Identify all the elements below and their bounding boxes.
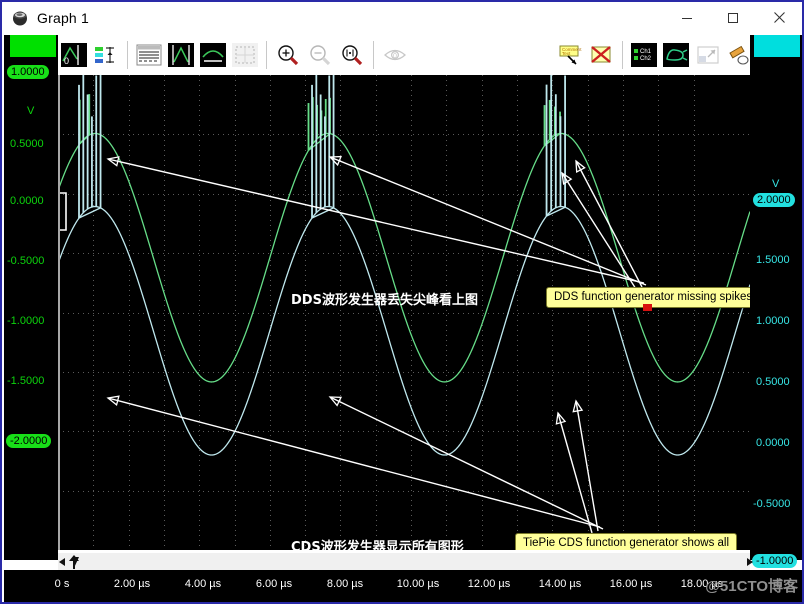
upper-callout-anchor[interactable] [643,304,652,311]
upper-leader-4 [561,172,637,290]
plot-area[interactable]: DDS波形发生器丢失尖峰看上图 CDS波形发生器显示所有图形 DDS funct… [58,75,750,550]
toolbar-eye-visibility-icon: 0 [380,41,410,69]
toolbar-delete-notes-icon[interactable] [586,41,616,69]
upper-leader-1-head [106,156,120,167]
toolbar-divider [127,41,128,69]
time-axis: 0 s 2.00 µs 4.00 µs 6.00 µs 8.00 µs 10.0… [4,570,802,602]
toolbar-zero-level-icon[interactable]: 0 [59,41,89,69]
toolbar-divider [266,41,267,69]
waveform-canvas [58,75,750,550]
toolbar-divider [621,41,623,69]
time-tick-1: 2.00 µs [113,578,151,590]
toolbar-channel-list-icon[interactable]: Ch1 Ch2 [629,41,659,69]
time-tick-3: 6.00 µs [255,578,293,590]
ch2-unit-label: V [772,178,780,190]
time-tick-0: 0 s [54,578,70,590]
time-tick-6: 12.00 µs [467,578,511,590]
ch2-tick-3: 0.0000 [756,437,790,449]
graph-app-icon [11,9,29,27]
ch2-color-indicator[interactable] [754,35,800,57]
close-button[interactable] [756,2,802,33]
scroll-left-icon[interactable] [58,554,68,570]
upper-chinese-annotation: DDS波形发生器丢失尖峰看上图 [291,293,478,308]
ch1-bottom-value[interactable]: -2.0000 [6,434,52,448]
lower-callout-tooltip[interactable]: TiePie CDS function generator shows all [515,533,738,550]
upper-callout-tooltip[interactable]: DDS function generator missing spikes [546,287,750,311]
toolbar: 0 0 Comment Text Ch1 Ch2 [58,35,802,75]
window-controls [664,2,802,33]
minimize-button[interactable] [664,2,710,33]
ch2-bottom-value[interactable]: -1.0000 [752,554,798,568]
time-tick-5: 10.00 µs [396,578,440,590]
upper-leader-3-head [575,159,586,174]
ch1-tick-2: -0.5000 [7,255,45,267]
ch1-color-indicator[interactable] [10,35,56,57]
lower-chinese-annotation: CDS波形发生器显示所有图形 [291,540,464,550]
lower-callout-text: TiePie CDS function generator shows all [523,537,730,549]
lower-leader-2-head [328,396,343,407]
svg-text:Text: Text [562,51,571,56]
ch2-trace-spike-burst-2 [545,75,566,217]
svg-text:0: 0 [393,53,397,60]
toolbar-zoom-in-icon[interactable] [273,41,303,69]
time-tick-8: 16.00 µs [609,578,653,590]
svg-text:Ch2: Ch2 [640,56,652,62]
toolbar-channel-levels-icon[interactable] [91,41,121,69]
svg-text:Ch1: Ch1 [640,49,652,55]
ch2-trace-spike-burst-1 [311,75,335,219]
ch2-tick-2: 0.5000 [756,376,790,388]
ch1-tick-1: 0.0000 [10,195,44,207]
left-axis-panel: 1.0000 V 0.5000 0.0000 -0.5000 -1.0000 -… [4,35,58,560]
toolbar-grid-select-icon [230,41,260,69]
toolbar-divider [373,41,374,69]
ch2-trace [58,205,750,456]
ch1-tick-0: 0.5000 [10,138,44,150]
time-tick-4: 8.00 µs [326,578,364,590]
toolbar-waveform-smooth-icon[interactable] [198,41,228,69]
ch1-unit-label: V [27,105,35,117]
maximize-button[interactable] [710,2,756,33]
ch2-tick-4: -0.5000 [753,498,791,510]
right-axis-panel: V 2.0000 1.5000 1.0000 0.5000 0.0000 -0.… [750,35,802,568]
window-title: Graph 1 [37,9,89,26]
horizontal-scrollbar[interactable] [58,552,753,570]
toolbar-export-icon [693,41,723,69]
ch2-tick-1: 1.0000 [756,315,790,327]
toolbar-waveform-graph-icon[interactable] [166,41,196,69]
upper-leader-2-head [328,155,342,167]
toolbar-add-note-icon[interactable]: Comment Text [554,41,584,69]
scroll-track[interactable] [68,554,744,570]
svg-text:0: 0 [64,56,69,66]
upper-leader-1 [107,158,645,284]
site-watermark: @51CTO博客 [705,578,798,595]
lower-leader-4-head [555,411,567,425]
toolbar-zoom-reset-icon[interactable] [337,41,367,69]
lower-leader-1-head [106,395,120,407]
lower-leader-1 [107,397,601,528]
toolbar-zoom-out-icon [305,41,335,69]
scroll-right-icon[interactable] [744,554,754,570]
ch1-zero-cursor-marker[interactable] [60,192,67,231]
upper-callout-text: DDS function generator missing spikes [554,291,750,303]
lower-leader-2 [329,396,604,530]
ch2-tick-0: 1.5000 [756,254,790,266]
upper-leader-4-head [561,171,573,185]
time-tick-2: 4.00 µs [184,578,222,590]
title-bar: Graph 1 [2,2,802,33]
ch1-tick-4: -1.5000 [7,375,45,387]
toolbar-xy-scope-icon[interactable] [661,41,691,69]
ch1-cursor-value[interactable]: 1.0000 [7,65,49,79]
grid-lines [58,75,750,550]
lower-leader-3 [575,400,599,532]
ch1-tick-3: -1.0000 [7,315,45,327]
upper-leader-3 [575,160,643,288]
ch2-cursor-value[interactable]: 2.0000 [753,193,795,207]
toolbar-data-table-icon[interactable] [134,41,164,69]
time-tick-7: 14.00 µs [538,578,582,590]
graph-window: Graph 1 0 0 Comment Text Ch1 Ch2 1.0000 … [0,0,804,604]
